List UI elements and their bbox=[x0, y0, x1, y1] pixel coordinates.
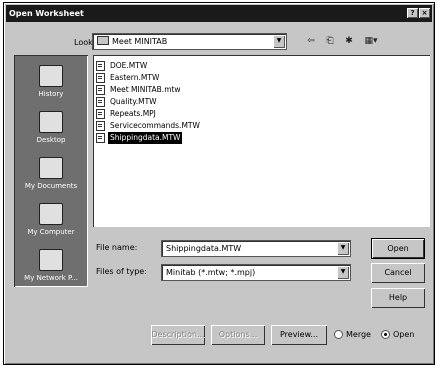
help-title-button[interactable]: ? bbox=[407, 8, 418, 18]
list-item[interactable]: Quality.MTW bbox=[96, 96, 427, 108]
chevron-down-icon[interactable]: ▼ bbox=[337, 266, 349, 279]
open-button[interactable]: Open bbox=[371, 238, 425, 259]
file-list[interactable]: DOE.MTW Eastern.MTW Meet MINITAB.mtw Qua… bbox=[93, 55, 430, 227]
worksheet-file-icon bbox=[96, 133, 105, 143]
up-folder-icon[interactable]: ⎗ bbox=[323, 35, 337, 47]
worksheet-file-icon bbox=[96, 121, 105, 131]
my-network-places-icon bbox=[39, 249, 63, 271]
description-button[interactable]: Description... bbox=[151, 325, 205, 345]
place-my-network[interactable]: My Network P... bbox=[14, 249, 88, 282]
file-name-value: Shippingdata.MTW bbox=[166, 244, 242, 253]
options-button[interactable]: Options... bbox=[211, 325, 265, 345]
desktop-icon bbox=[39, 111, 63, 133]
preview-button[interactable]: Preview... bbox=[271, 325, 327, 345]
file-name-field[interactable]: Shippingdata.MTW ▼ bbox=[161, 240, 351, 257]
radio-indicator-checked bbox=[381, 330, 390, 339]
folder-icon bbox=[97, 36, 109, 45]
open-worksheet-dialog: Open Worksheet ? × Look in: Meet MINITAB… bbox=[3, 2, 435, 365]
open-radio-label: Open bbox=[393, 330, 415, 339]
worksheet-file-icon bbox=[96, 97, 105, 107]
list-item[interactable]: DOE.MTW bbox=[96, 60, 427, 72]
my-computer-icon bbox=[39, 203, 63, 225]
title-bar: Open Worksheet ? × bbox=[6, 5, 432, 22]
place-desktop[interactable]: Desktop bbox=[14, 111, 88, 144]
my-documents-icon bbox=[39, 157, 63, 179]
file-type-select[interactable]: Minitab (*.mtw; *.mpj) ▼ bbox=[161, 264, 351, 281]
list-item[interactable]: Meet MINITAB.mtw bbox=[96, 84, 427, 96]
places-bar: History Desktop My Documents My Computer… bbox=[14, 55, 88, 287]
place-label: History bbox=[38, 90, 64, 98]
radio-indicator bbox=[334, 330, 343, 339]
open-radio[interactable]: Open bbox=[381, 330, 414, 339]
view-menu-icon[interactable]: ▦▾ bbox=[361, 35, 381, 47]
place-label: My Computer bbox=[27, 228, 75, 236]
back-icon[interactable]: ⇦ bbox=[304, 35, 318, 47]
file-type-value: Minitab (*.mtw; *.mpj) bbox=[166, 268, 256, 277]
chevron-down-icon[interactable]: ▼ bbox=[273, 35, 285, 48]
place-label: Desktop bbox=[36, 136, 66, 144]
merge-label: Merge bbox=[346, 330, 371, 339]
close-title-button[interactable]: × bbox=[419, 8, 430, 18]
list-item[interactable]: Servicecommands.MTW bbox=[96, 120, 427, 132]
place-my-documents[interactable]: My Documents bbox=[14, 157, 88, 190]
cancel-button[interactable]: Cancel bbox=[371, 263, 425, 283]
place-my-computer[interactable]: My Computer bbox=[14, 203, 88, 236]
list-item[interactable]: Eastern.MTW bbox=[96, 72, 427, 84]
list-item-selected[interactable]: Shippingdata.MTW bbox=[96, 132, 427, 144]
file-type-label: Files of type: bbox=[96, 267, 147, 276]
toolbar: ⇦ ⎗ ✱ ▦▾ bbox=[304, 35, 381, 47]
worksheet-file-icon bbox=[96, 73, 105, 83]
merge-radio[interactable]: Merge bbox=[334, 330, 371, 339]
worksheet-file-icon bbox=[96, 61, 105, 71]
list-item[interactable]: Repeats.MPJ bbox=[96, 108, 427, 120]
history-icon bbox=[39, 65, 63, 87]
worksheet-file-icon bbox=[96, 85, 105, 95]
help-button[interactable]: Help bbox=[371, 288, 425, 308]
place-history[interactable]: History bbox=[14, 65, 88, 98]
file-name-label: File name: bbox=[96, 243, 138, 252]
place-label: My Documents bbox=[24, 182, 78, 190]
new-folder-icon[interactable]: ✱ bbox=[342, 35, 356, 47]
look-in-combo[interactable]: Meet MINITAB ▼ bbox=[92, 33, 287, 50]
project-file-icon bbox=[96, 109, 105, 119]
window-title: Open Worksheet bbox=[9, 9, 84, 18]
chevron-down-icon[interactable]: ▼ bbox=[337, 242, 349, 255]
look-in-value: Meet MINITAB bbox=[112, 37, 168, 46]
place-label: My Network P... bbox=[24, 274, 78, 282]
